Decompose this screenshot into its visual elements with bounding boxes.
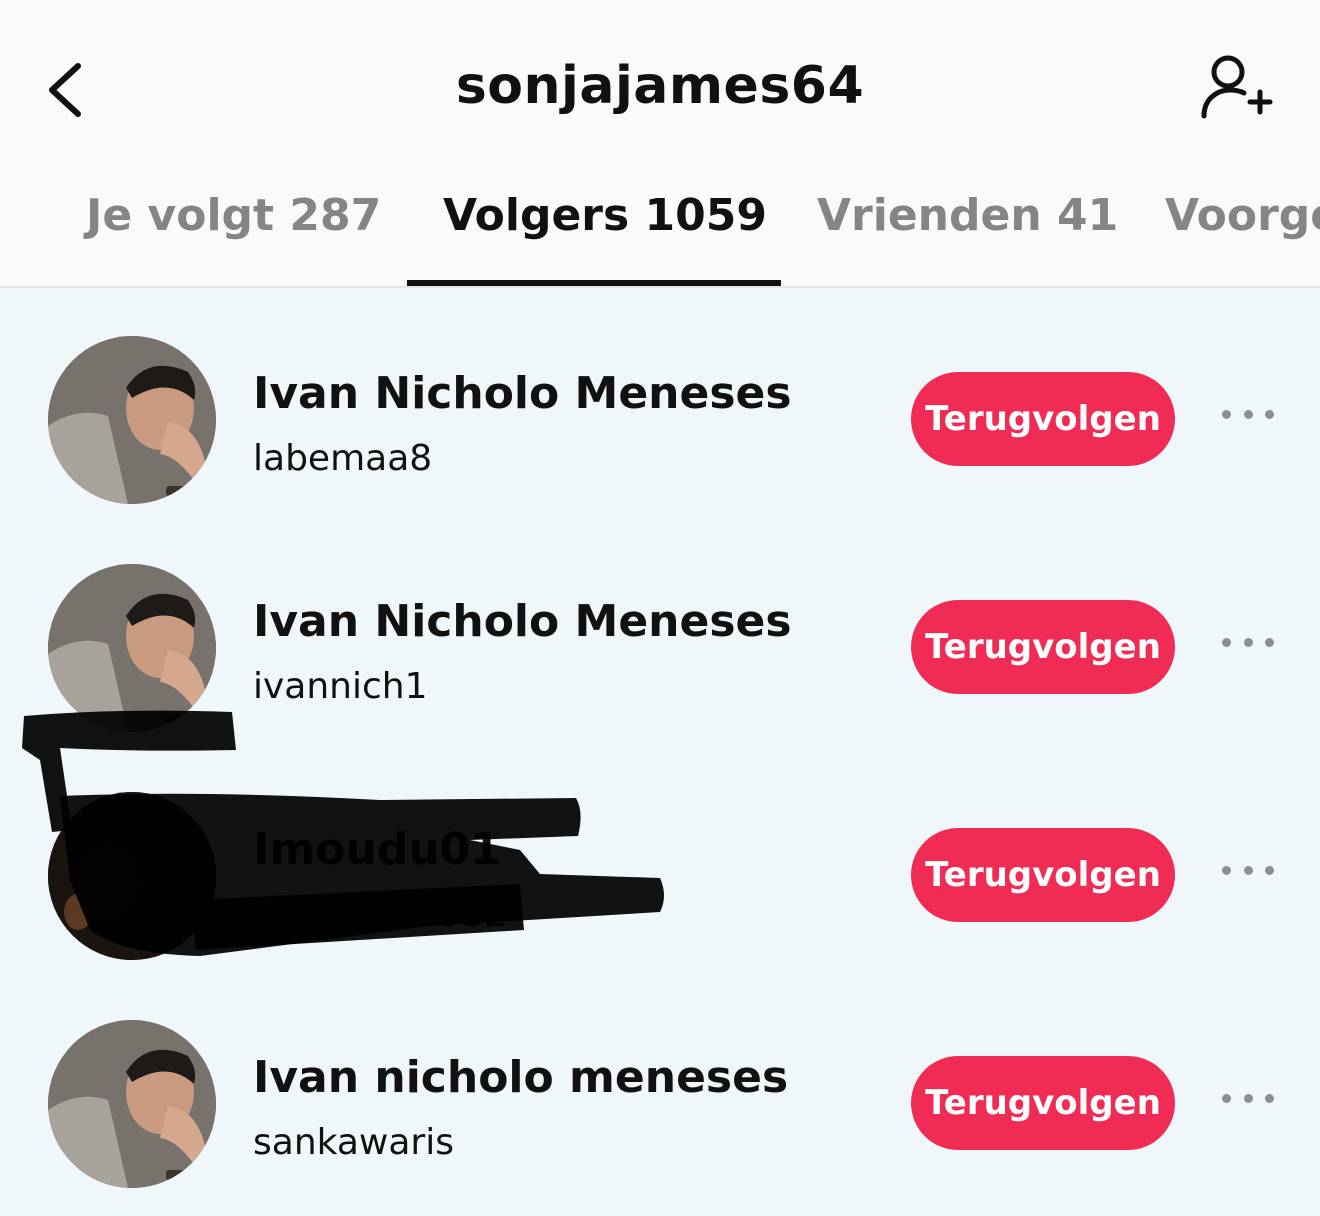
dot bbox=[1265, 637, 1274, 647]
follow-back-button[interactable]: Terugvolgen bbox=[911, 828, 1175, 922]
more-horizontal-icon bbox=[1222, 637, 1231, 647]
tab-followers[interactable]: Volgers 1059 bbox=[443, 190, 767, 286]
more-horizontal-icon bbox=[1222, 865, 1231, 875]
follow-back-button[interactable]: Terugvolgen bbox=[911, 1056, 1175, 1150]
avatar-photo bbox=[48, 564, 216, 732]
page-title: sonjajames64 bbox=[455, 56, 865, 116]
dot bbox=[1243, 1093, 1253, 1103]
dot bbox=[1243, 409, 1253, 419]
dot bbox=[1265, 865, 1274, 875]
list-item[interactable]: Imoudu01 anasuarez932 Terugvolgen bbox=[0, 744, 1320, 972]
tab-friends[interactable]: Vrienden 41 bbox=[817, 190, 1118, 286]
more-options-button[interactable] bbox=[1222, 394, 1274, 434]
dot bbox=[1265, 1093, 1274, 1103]
follower-name: Imoudu01 bbox=[253, 824, 501, 875]
tab-following[interactable]: Je volgt 287 bbox=[86, 190, 381, 286]
more-horizontal-icon bbox=[1222, 1093, 1231, 1103]
dot bbox=[1265, 409, 1274, 419]
follower-handle: sankawaris bbox=[253, 1122, 454, 1163]
follower-handle: ivannich1 bbox=[253, 666, 428, 707]
avatar[interactable] bbox=[48, 1020, 216, 1188]
tab-bar: Je volgt 287 Volgers 1059 Vrienden 41 Vo… bbox=[0, 190, 1320, 286]
list-item[interactable]: Ivan Nicholo Meneses labemaa8 Terugvolge… bbox=[0, 288, 1320, 516]
more-options-button[interactable] bbox=[1222, 1078, 1274, 1118]
more-horizontal-icon bbox=[1222, 409, 1231, 419]
follower-handle: anasuarez932 bbox=[253, 894, 508, 935]
dot bbox=[1243, 637, 1253, 647]
follower-name: Ivan nicholo meneses bbox=[253, 1052, 789, 1103]
follow-back-button[interactable]: Terugvolgen bbox=[911, 372, 1175, 466]
list-item[interactable]: Ivan Nicholo Meneses ivannich1 Terugvolg… bbox=[0, 516, 1320, 744]
more-options-button[interactable] bbox=[1222, 850, 1274, 890]
more-options-button[interactable] bbox=[1222, 622, 1274, 662]
follower-handle: labemaa8 bbox=[253, 438, 433, 479]
add-user-button[interactable] bbox=[1196, 52, 1276, 128]
avatar-photo bbox=[48, 336, 216, 504]
active-tab-indicator bbox=[407, 280, 781, 286]
top-bar: sonjajames64 Je volgt 287 Volgers 1059 V… bbox=[0, 0, 1320, 288]
list-item[interactable]: Ivan nicholo meneses sankawaris Terugvol… bbox=[0, 972, 1320, 1200]
follow-back-button[interactable]: Terugvolgen bbox=[911, 600, 1175, 694]
avatar-photo bbox=[48, 1020, 216, 1188]
avatar[interactable] bbox=[48, 564, 216, 732]
avatar[interactable] bbox=[48, 792, 216, 960]
dot bbox=[1243, 865, 1253, 875]
avatar-photo bbox=[48, 792, 216, 960]
add-user-icon bbox=[1201, 55, 1273, 119]
follower-name: Ivan Nicholo Meneses bbox=[253, 368, 792, 419]
tab-suggested[interactable]: Voorge bbox=[1165, 190, 1320, 286]
follower-name: Ivan Nicholo Meneses bbox=[253, 596, 792, 647]
avatar[interactable] bbox=[48, 336, 216, 504]
